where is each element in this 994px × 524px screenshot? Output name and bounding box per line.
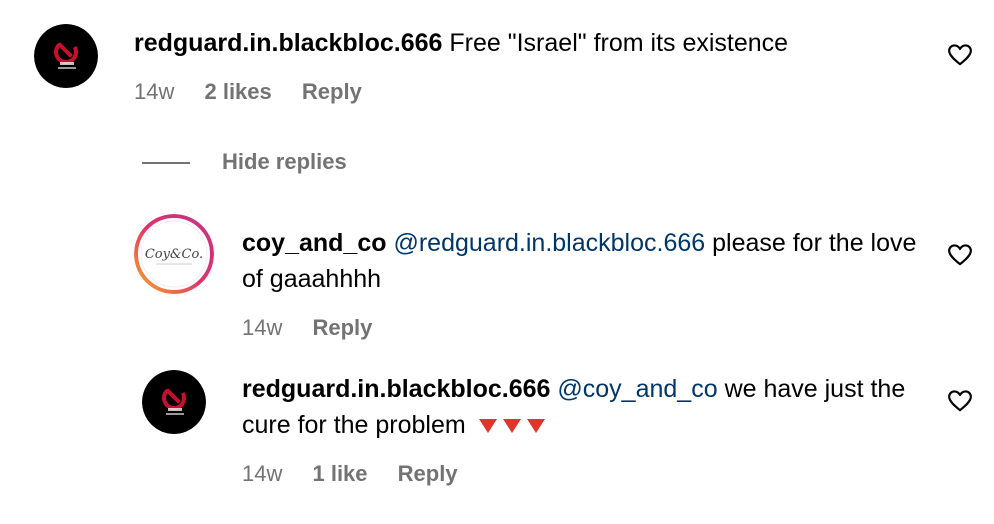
reply-button[interactable]: Reply [302, 78, 362, 106]
comment-text: redguard.in.blackbloc.666 @coy_and_co we… [242, 371, 922, 443]
username-link[interactable]: coy_and_co [242, 229, 387, 257]
comment-text: redguard.in.blackbloc.666 Free "Israel" … [134, 25, 924, 61]
reply-button[interactable]: Reply [398, 460, 458, 488]
hide-replies-label: Hide replies [222, 149, 347, 174]
username-link[interactable]: redguard.in.blackbloc.666 [134, 29, 442, 57]
red-triangle-icon [502, 419, 521, 434]
comment-meta: 14w Reply [242, 314, 372, 342]
comment-text: coy_and_co @redguard.in.blackbloc.666 pl… [242, 225, 932, 297]
avatar[interactable]: Coy&Co. [134, 214, 214, 294]
heart-icon[interactable] [947, 388, 973, 414]
hammer-sickle-icon [142, 370, 206, 434]
mention-link[interactable]: @redguard.in.blackbloc.666 [393, 229, 705, 257]
mention-link[interactable]: @coy_and_co [557, 375, 717, 403]
heart-icon[interactable] [947, 42, 973, 68]
hide-replies-button[interactable]: Hide replies [142, 146, 347, 178]
likes-count[interactable]: 2 likes [204, 78, 271, 106]
timestamp[interactable]: 14w [242, 460, 282, 488]
emoji-reaction [473, 411, 545, 439]
username-link[interactable]: redguard.in.blackbloc.666 [242, 375, 550, 403]
comment-meta: 14w 1 like Reply [242, 460, 458, 488]
likes-count[interactable]: 1 like [312, 460, 367, 488]
comment-body: Free "Israel" from its existence [449, 29, 789, 57]
coy-and-co-logo-icon: Coy&Co. [134, 214, 214, 294]
red-triangle-icon [526, 419, 545, 434]
svg-text:Coy&Co.: Coy&Co. [145, 247, 203, 262]
red-triangle-icon [478, 419, 497, 434]
hammer-sickle-icon [34, 24, 98, 88]
comment-meta: 14w 2 likes Reply [134, 78, 362, 106]
reply-button[interactable]: Reply [312, 314, 372, 342]
divider-line [142, 162, 190, 165]
avatar[interactable] [34, 24, 98, 88]
timestamp[interactable]: 14w [242, 314, 282, 342]
timestamp[interactable]: 14w [134, 78, 174, 106]
heart-icon[interactable] [947, 242, 973, 268]
avatar[interactable] [142, 370, 206, 434]
